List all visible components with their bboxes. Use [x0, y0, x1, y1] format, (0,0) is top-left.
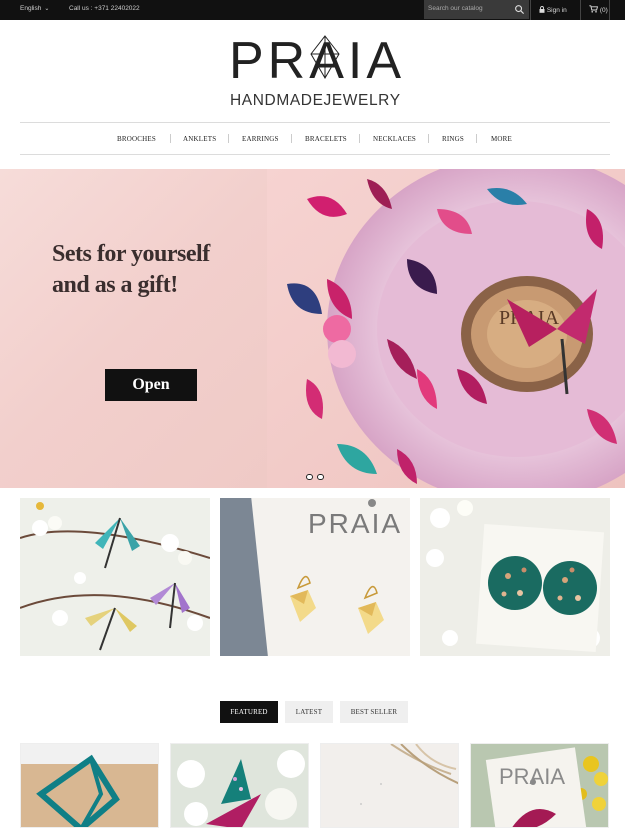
tab-best-seller[interactable]: BEST SELLER: [340, 701, 408, 723]
nav-item-earrings[interactable]: EARRINGS: [242, 135, 279, 143]
hero-slider[interactable]: Sets for yourself and as a gift! Open PR…: [0, 169, 625, 488]
logo-wordmark: PRAIA: [229, 34, 401, 90]
chevron-down-icon: ⌄: [44, 6, 50, 12]
product-image: PRAIA: [471, 744, 608, 827]
language-label: English: [20, 5, 42, 12]
lock-icon: [539, 6, 545, 13]
card-logo-text: PRAIA: [308, 508, 402, 539]
card-logo-text: PRAIA: [499, 764, 565, 789]
sign-in-link[interactable]: Sign in: [530, 0, 580, 20]
hero-open-button[interactable]: Open: [105, 369, 197, 401]
logo-subtitle: HANDMADEJEWELRY: [230, 92, 401, 108]
cart-link[interactable]: (0): [580, 0, 610, 20]
site-logo[interactable]: PRAIA HANDMADEJEWELRY: [229, 32, 401, 109]
tab-latest[interactable]: LATEST: [285, 701, 333, 723]
banner-image-dragonflies: [20, 498, 210, 656]
nav-item-necklaces[interactable]: NECKLACES: [373, 135, 416, 143]
search-input[interactable]: [428, 2, 508, 15]
search-icon[interactable]: [514, 4, 525, 15]
hero-image: PRAIA: [267, 169, 625, 488]
banner-image-earrings-card: PRAIA: [220, 498, 410, 656]
nav-divider: [428, 134, 429, 143]
hero-text-panel: Sets for yourself and as a gift! Open: [0, 169, 267, 488]
nav-divider: [170, 134, 171, 143]
nav-item-more[interactable]: MORE: [491, 135, 512, 143]
nav-divider: [359, 134, 360, 143]
banner-image-green-studs: [420, 498, 610, 656]
nav-divider: [228, 134, 229, 143]
banner-earrings[interactable]: PRAIA: [220, 498, 410, 656]
cart-icon: [589, 5, 598, 13]
hero-tagline: Sets for yourself and as a gift!: [52, 239, 252, 301]
tab-featured[interactable]: FEATURED: [220, 701, 278, 723]
product-card[interactable]: [320, 743, 459, 828]
cart-count: (0): [599, 7, 608, 14]
top-bar: English⌄ Call us : +371 22402022 Sign in…: [0, 0, 625, 20]
praia-logo-graphic: PRAIA HANDMADEJEWELRY: [229, 32, 401, 109]
nav-item-brooches[interactable]: BROOCHES: [117, 135, 156, 143]
banner-brooches[interactable]: [20, 498, 210, 656]
language-selector[interactable]: English ⌄: [20, 5, 49, 12]
call-us-text: Call us : +371 22402022: [69, 5, 140, 12]
nav-item-anklets[interactable]: ANKLETS: [183, 135, 216, 143]
slider-dot-2[interactable]: [317, 474, 324, 480]
hero-tagline-line-2: and as a gift!: [52, 272, 178, 299]
nav-item-rings[interactable]: RINGS: [442, 135, 464, 143]
search-box: [424, 0, 529, 19]
hero-tagline-line-1: Sets for yourself: [52, 241, 210, 267]
product-image: [321, 744, 458, 827]
nav-divider: [291, 134, 292, 143]
product-image: [171, 744, 308, 827]
slider-dot-1[interactable]: [306, 474, 313, 480]
sign-in-label: Sign in: [546, 7, 567, 14]
product-image: [21, 744, 158, 827]
nav-divider: [476, 134, 477, 143]
main-nav: BROOCHES ANKLETS EARRINGS BRACELETS NECK…: [20, 122, 610, 155]
product-card[interactable]: [20, 743, 159, 828]
slider-pagination: [306, 474, 326, 480]
banner-studs[interactable]: [420, 498, 610, 656]
nav-item-bracelets[interactable]: BRACELETS: [305, 135, 347, 143]
product-card[interactable]: [170, 743, 309, 828]
product-card[interactable]: PRAIA: [470, 743, 609, 828]
